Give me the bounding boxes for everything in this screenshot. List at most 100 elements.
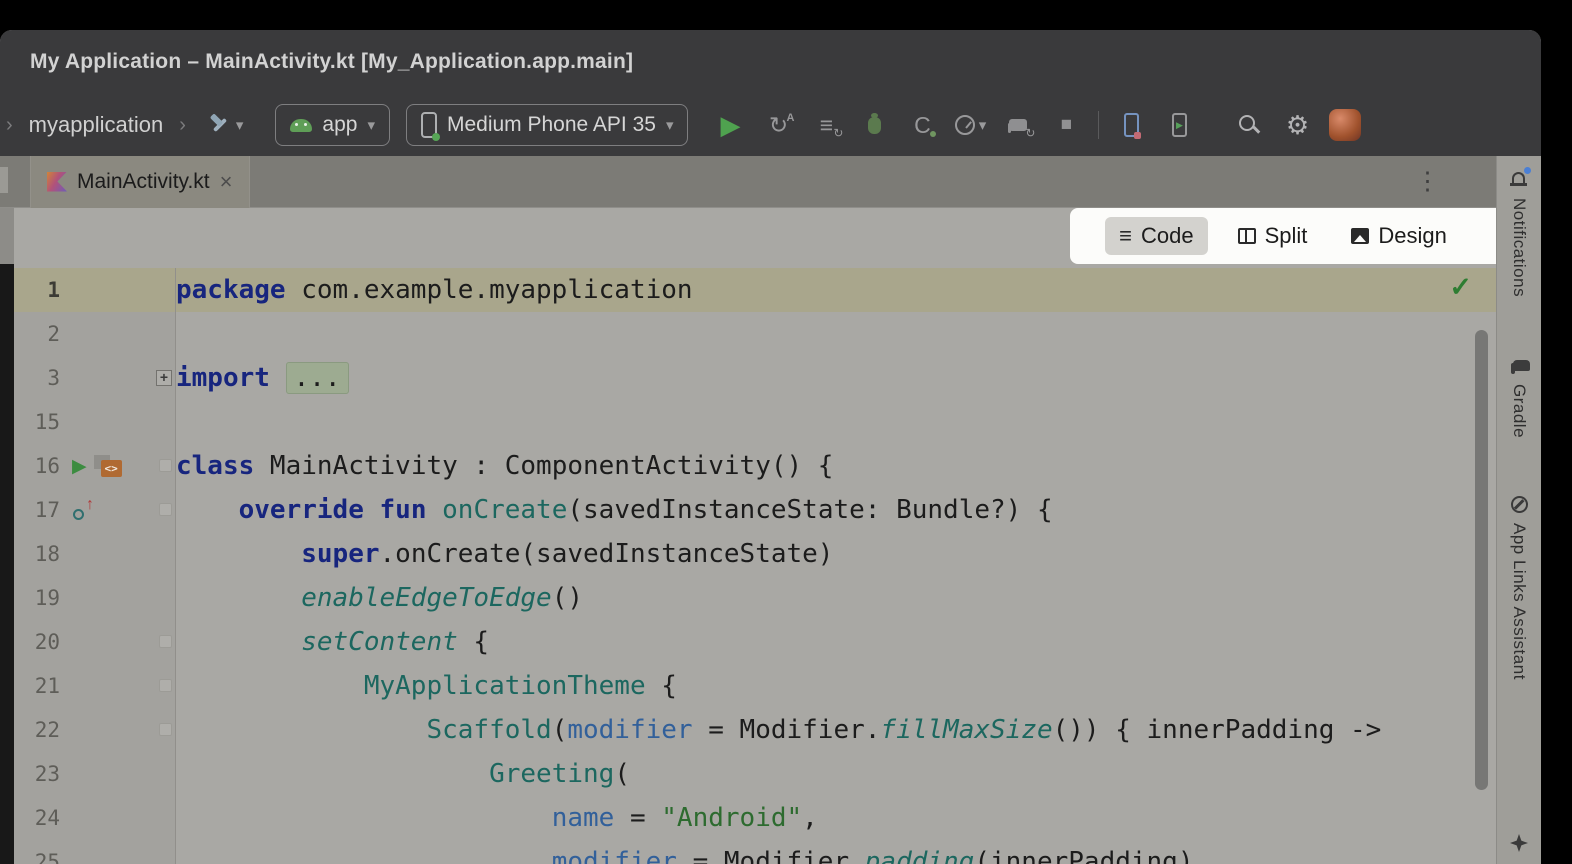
fold-marker-icon[interactable]	[159, 635, 172, 648]
chevron-down-icon: ▾	[979, 116, 987, 134]
debug-button[interactable]	[858, 108, 890, 142]
gutter[interactable]: 21	[14, 664, 176, 708]
gutter[interactable]: 18	[14, 532, 176, 576]
gemini-star-icon[interactable]	[1510, 834, 1528, 852]
gutter[interactable]: 3+	[14, 356, 176, 400]
fold-marker-icon[interactable]: +	[156, 370, 172, 386]
tab-options-menu-icon[interactable]: ⋮	[1415, 169, 1440, 194]
tool-button-notifications[interactable]: Notifications	[1509, 198, 1529, 297]
line-number[interactable]: 25	[14, 850, 60, 864]
line-number[interactable]: 16	[14, 454, 60, 478]
code-area[interactable]: 1package com.example.myapplication23+imp…	[14, 208, 1496, 864]
code-line[interactable]: 18 super.onCreate(savedInstanceState)	[14, 532, 1496, 576]
code-text[interactable]: modifier = Modifier.padding(innerPadding…	[176, 840, 1496, 864]
code-text[interactable]: Scaffold(modifier = Modifier.fillMaxSize…	[176, 708, 1496, 752]
code-line[interactable]: 22 Scaffold(modifier = Modifier.fillMaxS…	[14, 708, 1496, 752]
code-line[interactable]: 2	[14, 312, 1496, 356]
code-line[interactable]: 25 modifier = Modifier.padding(innerPadd…	[14, 840, 1496, 864]
code-line[interactable]: 15	[14, 400, 1496, 444]
code-line[interactable]: 23 Greeting(	[14, 752, 1496, 796]
code-line[interactable]: 24 name = "Android",	[14, 796, 1496, 840]
code-text[interactable]: super.onCreate(savedInstanceState)	[176, 532, 1496, 576]
profiler-button[interactable]: ▾	[954, 108, 986, 142]
gutter[interactable]: 22	[14, 708, 176, 752]
line-number[interactable]: 1	[14, 278, 60, 302]
overrides-method-icon[interactable]: ↑	[72, 497, 94, 523]
code-text[interactable]: MyApplicationTheme {	[176, 664, 1496, 708]
line-number[interactable]: 23	[14, 762, 60, 786]
gutter[interactable]: 1	[14, 268, 176, 312]
stop-button[interactable]: ■	[1050, 108, 1082, 142]
code-line[interactable]: 3+import ...	[14, 356, 1496, 400]
code-text[interactable]: enableEdgeToEdge()	[176, 576, 1496, 620]
code-text[interactable]: class MainActivity : ComponentActivity()…	[176, 444, 1496, 488]
gutter[interactable]: 15	[14, 400, 176, 444]
line-number[interactable]: 17	[14, 498, 60, 522]
line-number[interactable]: 3	[14, 366, 60, 390]
code-text[interactable]: setContent {	[176, 620, 1496, 664]
fold-marker-icon[interactable]	[159, 679, 172, 692]
gutter[interactable]: 19	[14, 576, 176, 620]
editor-scrollbar[interactable]	[1475, 330, 1488, 790]
notifications-bell-icon[interactable]	[1510, 170, 1528, 188]
run-class-icon[interactable]: ▶	[72, 457, 87, 476]
mode-button-design[interactable]: Design	[1337, 217, 1460, 255]
device-manager-button[interactable]	[1115, 108, 1147, 142]
inspection-ok-icon[interactable]: ✓	[1449, 272, 1472, 303]
code-line[interactable]: 20 setContent {	[14, 620, 1496, 664]
gutter[interactable]: 16 ▶ <>	[14, 444, 176, 488]
fold-marker-icon[interactable]	[159, 459, 172, 472]
gutter[interactable]: 2	[14, 312, 176, 356]
gutter[interactable]: 20	[14, 620, 176, 664]
run-config-select[interactable]: app ▾	[275, 104, 390, 146]
code-line[interactable]: 17 ↑ override fun onCreate(savedInstanceS…	[14, 488, 1496, 532]
fold-marker-icon[interactable]	[159, 723, 172, 736]
running-devices-button[interactable]: ▶	[1163, 108, 1195, 142]
code-text[interactable]: import ...	[176, 356, 1496, 400]
code-text[interactable]: package com.example.myapplication	[176, 268, 1496, 312]
gutter[interactable]: 24	[14, 796, 176, 840]
user-avatar[interactable]	[1329, 109, 1361, 141]
code-line[interactable]: 16 ▶ <> class MainActivity : ComponentActiv…	[14, 444, 1496, 488]
project-breadcrumb[interactable]: myapplication	[29, 112, 164, 138]
code-text[interactable]: name = "Android",	[176, 796, 1496, 840]
close-tab-icon[interactable]: ×	[220, 171, 233, 193]
code-line[interactable]: 21 MyApplicationTheme {	[14, 664, 1496, 708]
code-editor[interactable]: ≡ Code Split Design ✓ 1 package com.examp…	[14, 208, 1496, 864]
apply-code-changes-button[interactable]: ≡↻	[810, 108, 842, 142]
attach-debugger-button[interactable]: C	[906, 108, 938, 142]
gutter[interactable]: 23	[14, 752, 176, 796]
line-number[interactable]: 19	[14, 586, 60, 610]
build-widget[interactable]: ▾	[208, 114, 244, 136]
compose-preview-icon[interactable]: <>	[94, 455, 122, 477]
sync-project-button[interactable]: ↻	[1002, 108, 1034, 142]
search-button[interactable]	[1233, 108, 1265, 142]
line-number[interactable]: 21	[14, 674, 60, 698]
line-number[interactable]: 20	[14, 630, 60, 654]
gutter[interactable]: 17 ↑	[14, 488, 176, 532]
code-line[interactable]: 19 enableEdgeToEdge()	[14, 576, 1496, 620]
mode-button-code[interactable]: ≡ Code	[1105, 217, 1207, 255]
line-number[interactable]: 2	[14, 322, 60, 346]
gutter[interactable]: 25	[14, 840, 176, 864]
device-select[interactable]: Medium Phone API 35 ▾	[406, 104, 689, 146]
settings-button[interactable]: ⚙	[1281, 108, 1313, 142]
tab-mainactivity[interactable]: MainActivity.kt ×	[30, 156, 250, 208]
fold-marker-icon[interactable]	[159, 503, 172, 516]
line-number[interactable]: 22	[14, 718, 60, 742]
code-text[interactable]	[176, 400, 1496, 444]
line-number[interactable]: 15	[14, 410, 60, 434]
tool-button-app-links-assistant[interactable]: App Links Assistant	[1509, 523, 1529, 680]
code-text[interactable]: Greeting(	[176, 752, 1496, 796]
code-text[interactable]: override fun onCreate(savedInstanceState…	[176, 488, 1496, 532]
line-number[interactable]: 18	[14, 542, 60, 566]
gradle-elephant-icon[interactable]	[1509, 359, 1530, 374]
tool-button-gradle[interactable]: Gradle	[1509, 384, 1529, 438]
code-line[interactable]: 1 package com.example.myapplication	[14, 268, 1496, 312]
code-text[interactable]	[176, 312, 1496, 356]
mode-button-split[interactable]: Split	[1224, 217, 1322, 255]
app-links-icon[interactable]	[1511, 496, 1528, 513]
line-number[interactable]: 24	[14, 806, 60, 830]
apply-changes-button[interactable]: ↻A	[762, 108, 794, 142]
run-button[interactable]: ▶	[714, 108, 746, 142]
